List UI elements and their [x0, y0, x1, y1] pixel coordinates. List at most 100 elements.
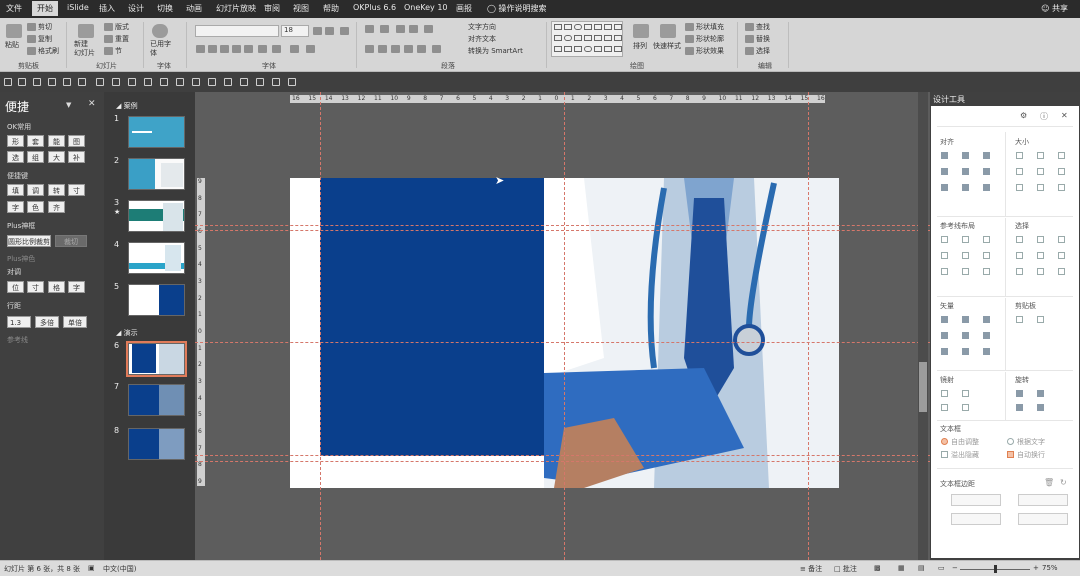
- shape-outline-label[interactable]: 形状轮廓: [696, 34, 724, 44]
- justify-icon[interactable]: [404, 45, 413, 53]
- ok-button[interactable]: 组: [27, 151, 44, 163]
- tool-icon[interactable]: [983, 168, 990, 175]
- share-button[interactable]: ☺ 共享: [1041, 3, 1068, 14]
- tool-icon[interactable]: [941, 268, 948, 275]
- toolbar-icon[interactable]: [4, 78, 12, 86]
- slide-thumbnail[interactable]: [128, 284, 185, 316]
- tool-icon[interactable]: [962, 168, 969, 175]
- quick-styles-label[interactable]: 快速样式: [653, 41, 681, 51]
- decrease-indent-icon[interactable]: [396, 25, 405, 33]
- tab-onekey[interactable]: OneKey 10: [404, 3, 448, 12]
- arrange-label[interactable]: 排列: [633, 41, 647, 51]
- format-painter-label[interactable]: 格式刷: [38, 46, 59, 56]
- tool-icon[interactable]: [941, 168, 948, 175]
- shape-fill-label[interactable]: 形状填充: [696, 22, 724, 32]
- bullets-icon[interactable]: [365, 25, 374, 33]
- settings-icon[interactable]: ⚙: [1020, 111, 1027, 120]
- tool-icon[interactable]: [941, 332, 948, 339]
- select-icon[interactable]: [745, 47, 754, 55]
- guide-line-horizontal[interactable]: [195, 455, 930, 456]
- replace-icon[interactable]: [745, 35, 754, 43]
- align-button[interactable]: 字: [68, 281, 85, 293]
- toolbar-icon[interactable]: [63, 78, 71, 86]
- tab-okplus[interactable]: OKPlus 6.6: [353, 3, 396, 12]
- tool-icon[interactable]: [1016, 236, 1023, 243]
- section-header-demo[interactable]: ◢ 演示: [116, 328, 138, 338]
- tool-icon[interactable]: [962, 316, 969, 323]
- tool-icon[interactable]: [983, 252, 990, 259]
- toolbar-icon[interactable]: [288, 78, 296, 86]
- align-right-icon[interactable]: [391, 45, 400, 53]
- align-button[interactable]: 位: [7, 281, 24, 293]
- tool-icon[interactable]: [962, 252, 969, 259]
- strikethrough-icon[interactable]: [244, 45, 253, 53]
- tool-icon[interactable]: [962, 184, 969, 191]
- tool-icon[interactable]: [1037, 168, 1044, 175]
- bold-icon[interactable]: [196, 45, 205, 53]
- tool-icon[interactable]: [941, 404, 948, 411]
- tool-icon[interactable]: [941, 316, 948, 323]
- font-name-box[interactable]: [195, 25, 279, 37]
- tool-icon[interactable]: [1037, 404, 1044, 411]
- spellcheck-icon[interactable]: ▣: [88, 564, 95, 572]
- toolbar-icon[interactable]: [272, 78, 280, 86]
- tool-icon[interactable]: [941, 252, 948, 259]
- toolbar-icon[interactable]: [176, 78, 184, 86]
- tool-icon[interactable]: [1058, 236, 1065, 243]
- shortcut-button[interactable]: 字: [7, 201, 24, 213]
- arrange-icon[interactable]: [633, 24, 649, 38]
- tool-icon[interactable]: [941, 184, 948, 191]
- reset-label[interactable]: 重置: [115, 34, 129, 44]
- shortcut-button[interactable]: 齐: [48, 201, 65, 213]
- reset-icon[interactable]: [104, 35, 113, 43]
- language-indicator[interactable]: 中文(中国): [103, 564, 136, 574]
- tab-slideshow[interactable]: 幻灯片放映: [216, 3, 256, 14]
- distribute-icon[interactable]: [417, 45, 426, 53]
- increase-indent-icon[interactable]: [409, 25, 418, 33]
- zoom-in-button[interactable]: +: [1033, 564, 1039, 572]
- toolbar-icon[interactable]: [128, 78, 136, 86]
- guide-line-vertical[interactable]: [808, 92, 809, 560]
- sorter-view-icon[interactable]: ▦: [898, 564, 905, 572]
- ok-button[interactable]: 形: [7, 135, 24, 147]
- toolbar-icon[interactable]: [18, 78, 26, 86]
- close-icon[interactable]: ✕: [1061, 111, 1068, 120]
- checkbox-autowrap[interactable]: [1007, 451, 1014, 458]
- tool-icon[interactable]: [962, 268, 969, 275]
- slide-editing-canvas[interactable]: 16 15 14 13 12 11 10 9 8 7 6 5 4 3 2 1 0 1 2 3 4 5 6 7 8 9 10 11 12 1…: [195, 92, 930, 560]
- shape-gallery[interactable]: [551, 21, 623, 57]
- tool-icon[interactable]: [983, 184, 990, 191]
- tool-icon[interactable]: [1016, 390, 1023, 397]
- guide-line-horizontal[interactable]: [195, 461, 930, 462]
- radio-auto-adjust[interactable]: [941, 438, 948, 445]
- multi-spacing-button[interactable]: 多倍: [35, 316, 59, 328]
- tool-icon[interactable]: [1016, 252, 1023, 259]
- shape-effects-label[interactable]: 形状效果: [696, 46, 724, 56]
- slide-thumbnail[interactable]: [128, 384, 185, 416]
- tool-icon[interactable]: [941, 236, 948, 243]
- guide-line-vertical[interactable]: [320, 92, 321, 560]
- select-label[interactable]: 选择: [756, 46, 770, 56]
- clear-format-icon[interactable]: [340, 27, 349, 35]
- shape-outline-icon[interactable]: [685, 35, 694, 43]
- margin-bottom-input[interactable]: [1018, 513, 1068, 525]
- tool-icon[interactable]: [1058, 252, 1065, 259]
- section-header-cases[interactable]: ◢ 案例: [116, 101, 138, 111]
- find-icon[interactable]: [745, 23, 754, 31]
- used-font-icon[interactable]: [152, 24, 168, 38]
- change-case-icon[interactable]: [272, 45, 281, 53]
- tab-animations[interactable]: 动画: [186, 3, 202, 14]
- shape-effects-icon[interactable]: [685, 47, 694, 55]
- scrollbar-thumb[interactable]: [919, 362, 927, 412]
- tab-huabao[interactable]: 画报: [456, 3, 472, 14]
- tool-icon[interactable]: [1058, 184, 1065, 191]
- slide-thumbnail[interactable]: [128, 116, 185, 148]
- toolbar-icon[interactable]: [78, 78, 86, 86]
- tool-icon[interactable]: [1037, 236, 1044, 243]
- layout-icon[interactable]: [104, 23, 113, 31]
- single-spacing-button[interactable]: 单倍: [63, 316, 87, 328]
- tool-icon[interactable]: [1037, 268, 1044, 275]
- toolbar-icon[interactable]: [192, 78, 200, 86]
- toolbar-icon[interactable]: [224, 78, 232, 86]
- copy-label[interactable]: 复制: [38, 34, 52, 44]
